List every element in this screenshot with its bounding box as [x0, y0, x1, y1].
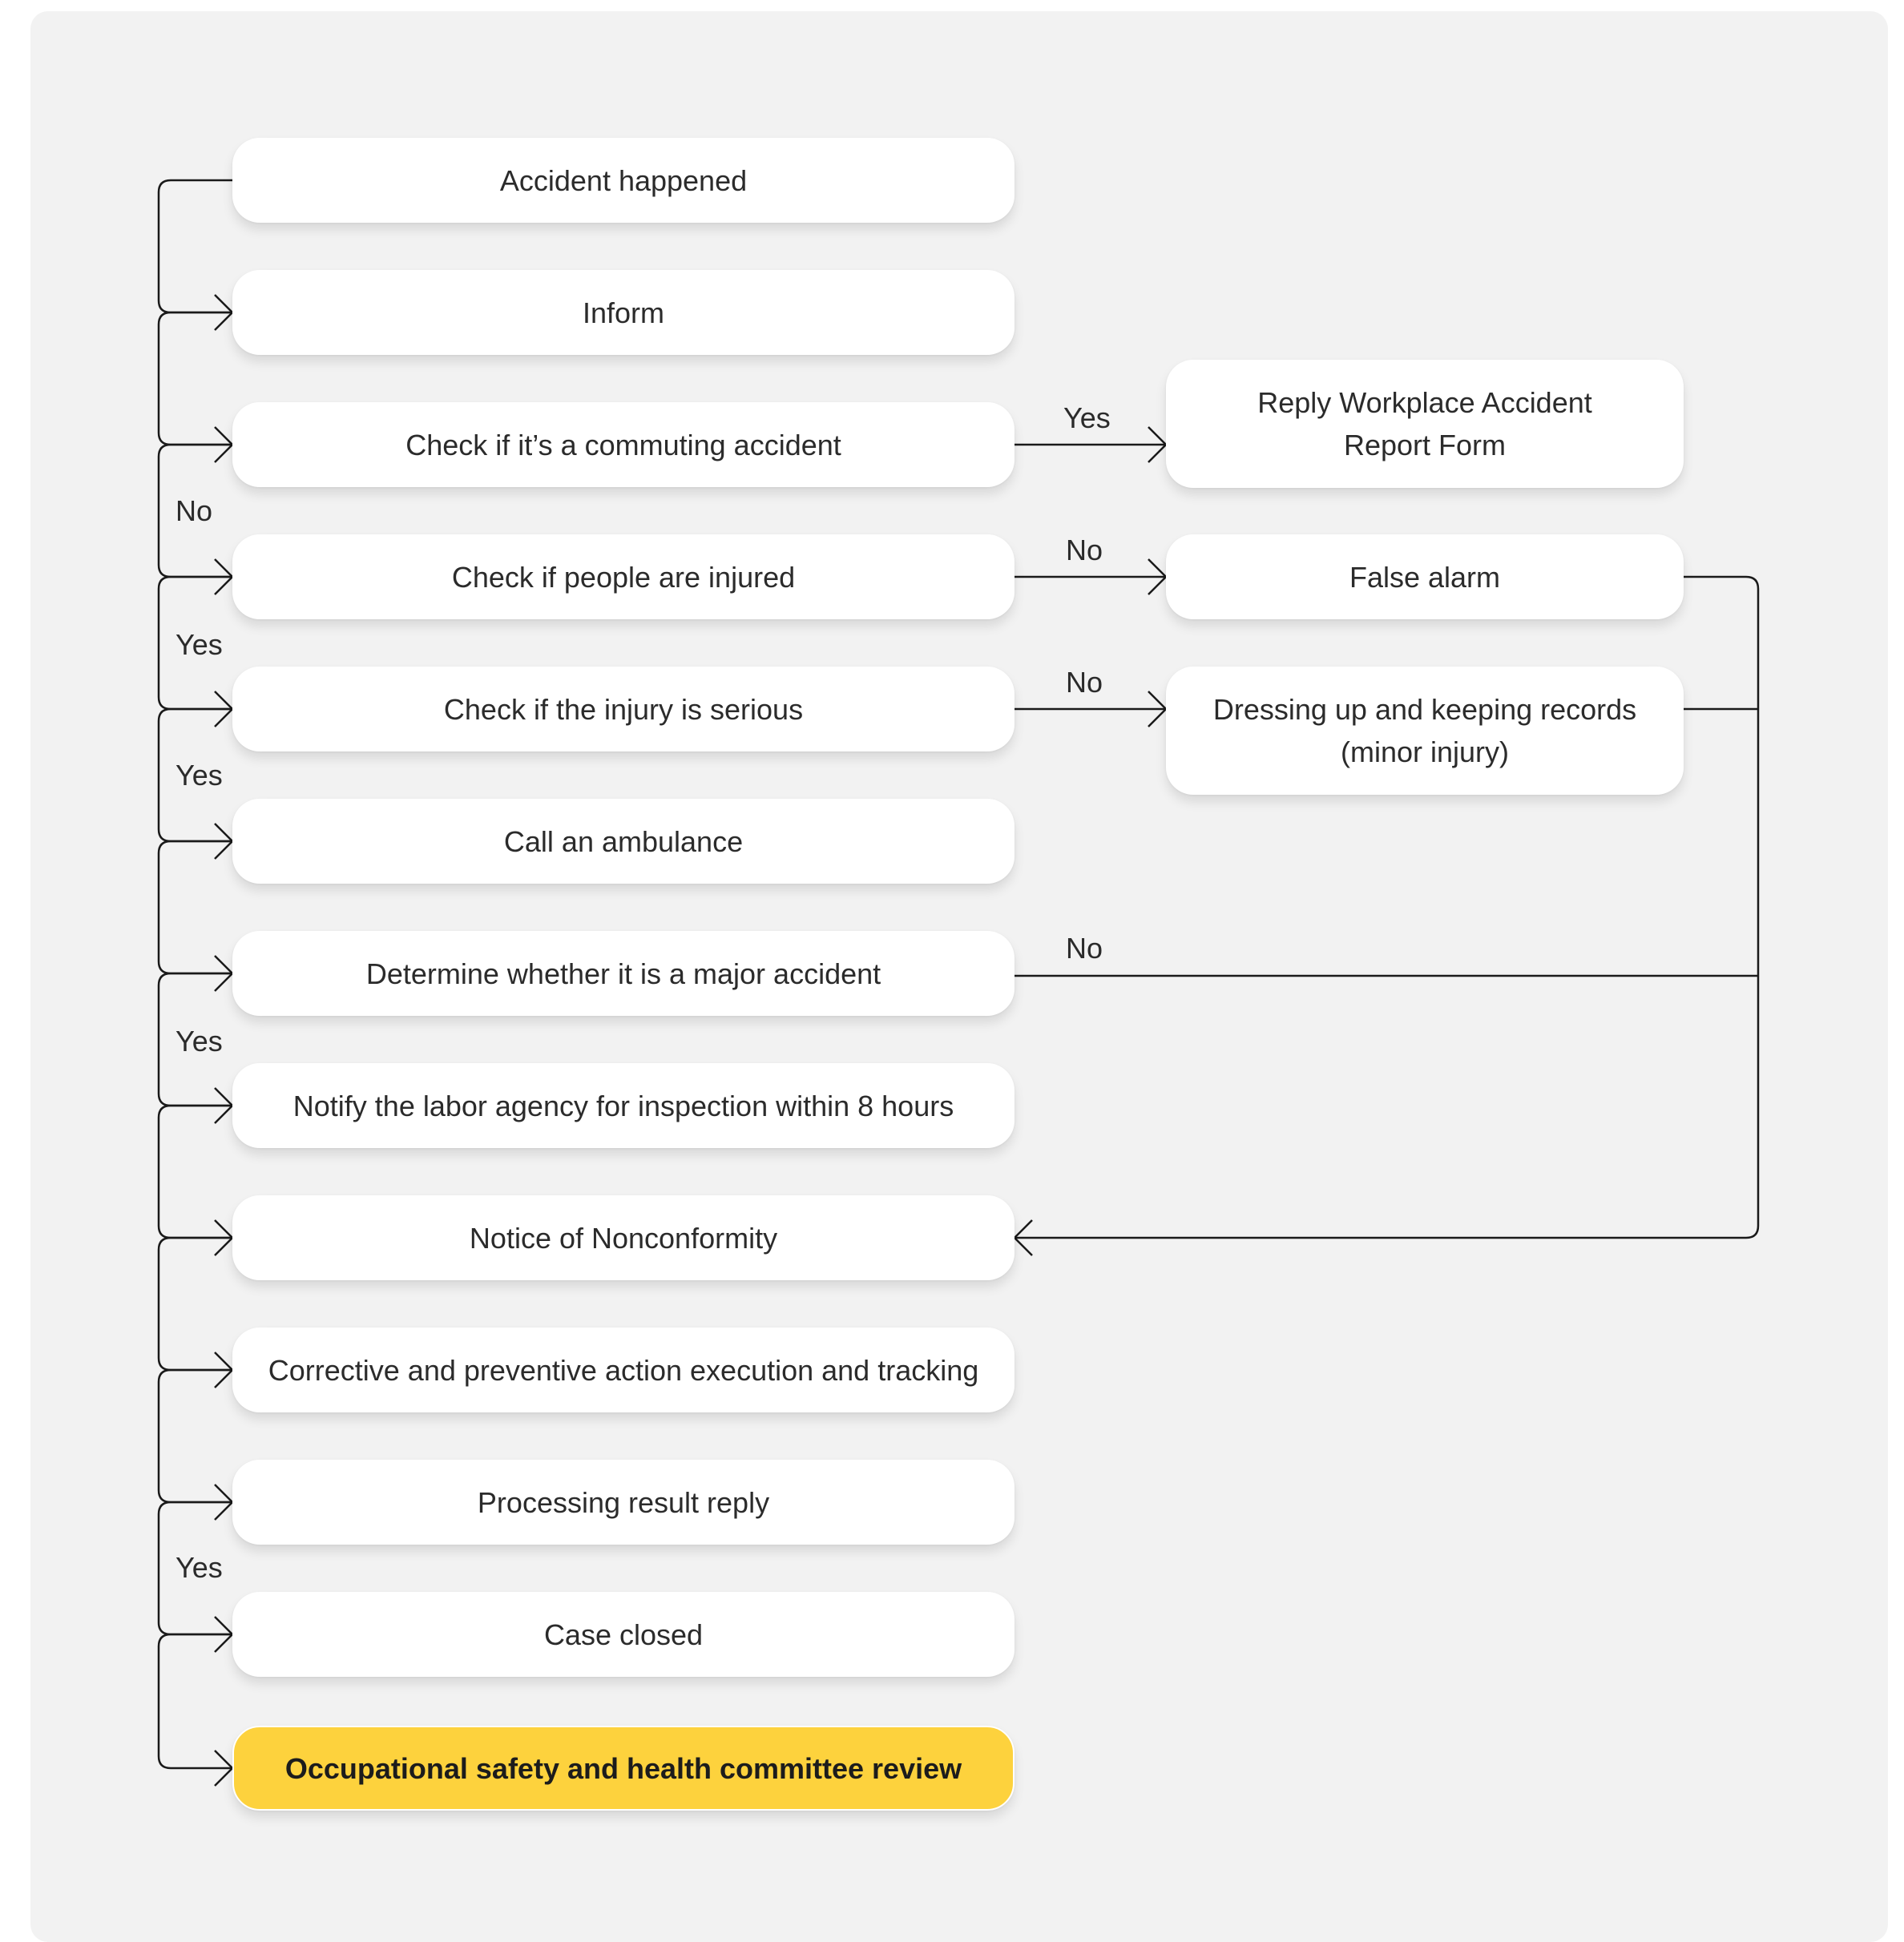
node-label: Determine whether it is a major accident	[365, 957, 881, 990]
edge-label-closed-yes: Yes	[175, 1551, 223, 1584]
node-corrective-action: Corrective and preventive action executi…	[232, 1328, 1015, 1412]
edge-label-major-yes: Yes	[175, 1025, 223, 1058]
connector-inform-to-commuting	[157, 311, 232, 446]
node-label: Check if people are injured	[451, 560, 796, 594]
node-label: Accident happened	[499, 163, 748, 197]
node-check-serious: Check if the injury is serious	[232, 667, 1015, 751]
edge-label-commuting-yes: Yes	[1063, 401, 1111, 434]
node-committee-review: Occupational safety and health committee…	[232, 1726, 1015, 1811]
node-label: Check if it’s a commuting accident	[405, 428, 841, 461]
connector-ambulance-to-major	[157, 840, 232, 975]
node-check-commuting: Check if it’s a commuting accident	[232, 402, 1015, 487]
node-label: Inform	[582, 296, 665, 329]
edge-label-injured-yes: Yes	[175, 628, 223, 661]
node-label: Call an ambulance	[503, 824, 744, 858]
node-label-line: Reply Workplace Accident	[1257, 386, 1592, 419]
node-dressing-records: Dressing up and keeping records (minor i…	[1166, 667, 1684, 795]
node-check-injured: Check if people are injured	[232, 534, 1015, 619]
node-label-line: Dressing up and keeping records	[1212, 693, 1637, 726]
edge-label-serious-no: No	[1066, 666, 1103, 699]
node-notice-nonconformity: Notice of Nonconformity	[232, 1195, 1015, 1280]
node-label: Corrective and preventive action executi…	[268, 1353, 979, 1387]
node-label: Processing result reply	[477, 1485, 770, 1519]
node-inform: Inform	[232, 270, 1015, 355]
node-case-closed: Case closed	[232, 1592, 1015, 1677]
node-determine-major: Determine whether it is a major accident	[232, 931, 1015, 1016]
connector-notify-to-notice	[157, 1104, 232, 1239]
node-label-line: (minor injury)	[1340, 735, 1510, 768]
node-accident-happened: Accident happened	[232, 138, 1015, 223]
node-label: Check if the injury is serious	[443, 692, 804, 726]
node-reply-report-form: Reply Workplace Accident Report Form	[1166, 360, 1684, 488]
connector-accident-to-inform	[157, 179, 232, 314]
edge-label-serious-yes: Yes	[175, 759, 223, 792]
node-processing-result: Processing result reply	[232, 1460, 1015, 1545]
connector-corrective-to-processing	[157, 1368, 232, 1504]
node-label: False alarm	[1349, 560, 1501, 594]
node-label: Case closed	[543, 1618, 704, 1651]
node-call-ambulance: Call an ambulance	[232, 799, 1015, 884]
node-label: Notify the labor agency for inspection w…	[292, 1089, 954, 1122]
node-label: Occupational safety and health committee…	[284, 1751, 962, 1785]
connector-closed-to-review	[157, 1633, 232, 1770]
edge-label-commuting-no: No	[175, 494, 213, 527]
connector-notice-to-corrective	[157, 1236, 232, 1372]
edge-label-major-no: No	[1066, 932, 1103, 965]
edge-label-injured-no: No	[1066, 534, 1103, 566]
node-label: Notice of Nonconformity	[469, 1221, 778, 1255]
node-false-alarm: False alarm	[1166, 534, 1684, 619]
node-label-line: Report Form	[1343, 429, 1507, 461]
node-notify-labor: Notify the labor agency for inspection w…	[232, 1063, 1015, 1148]
